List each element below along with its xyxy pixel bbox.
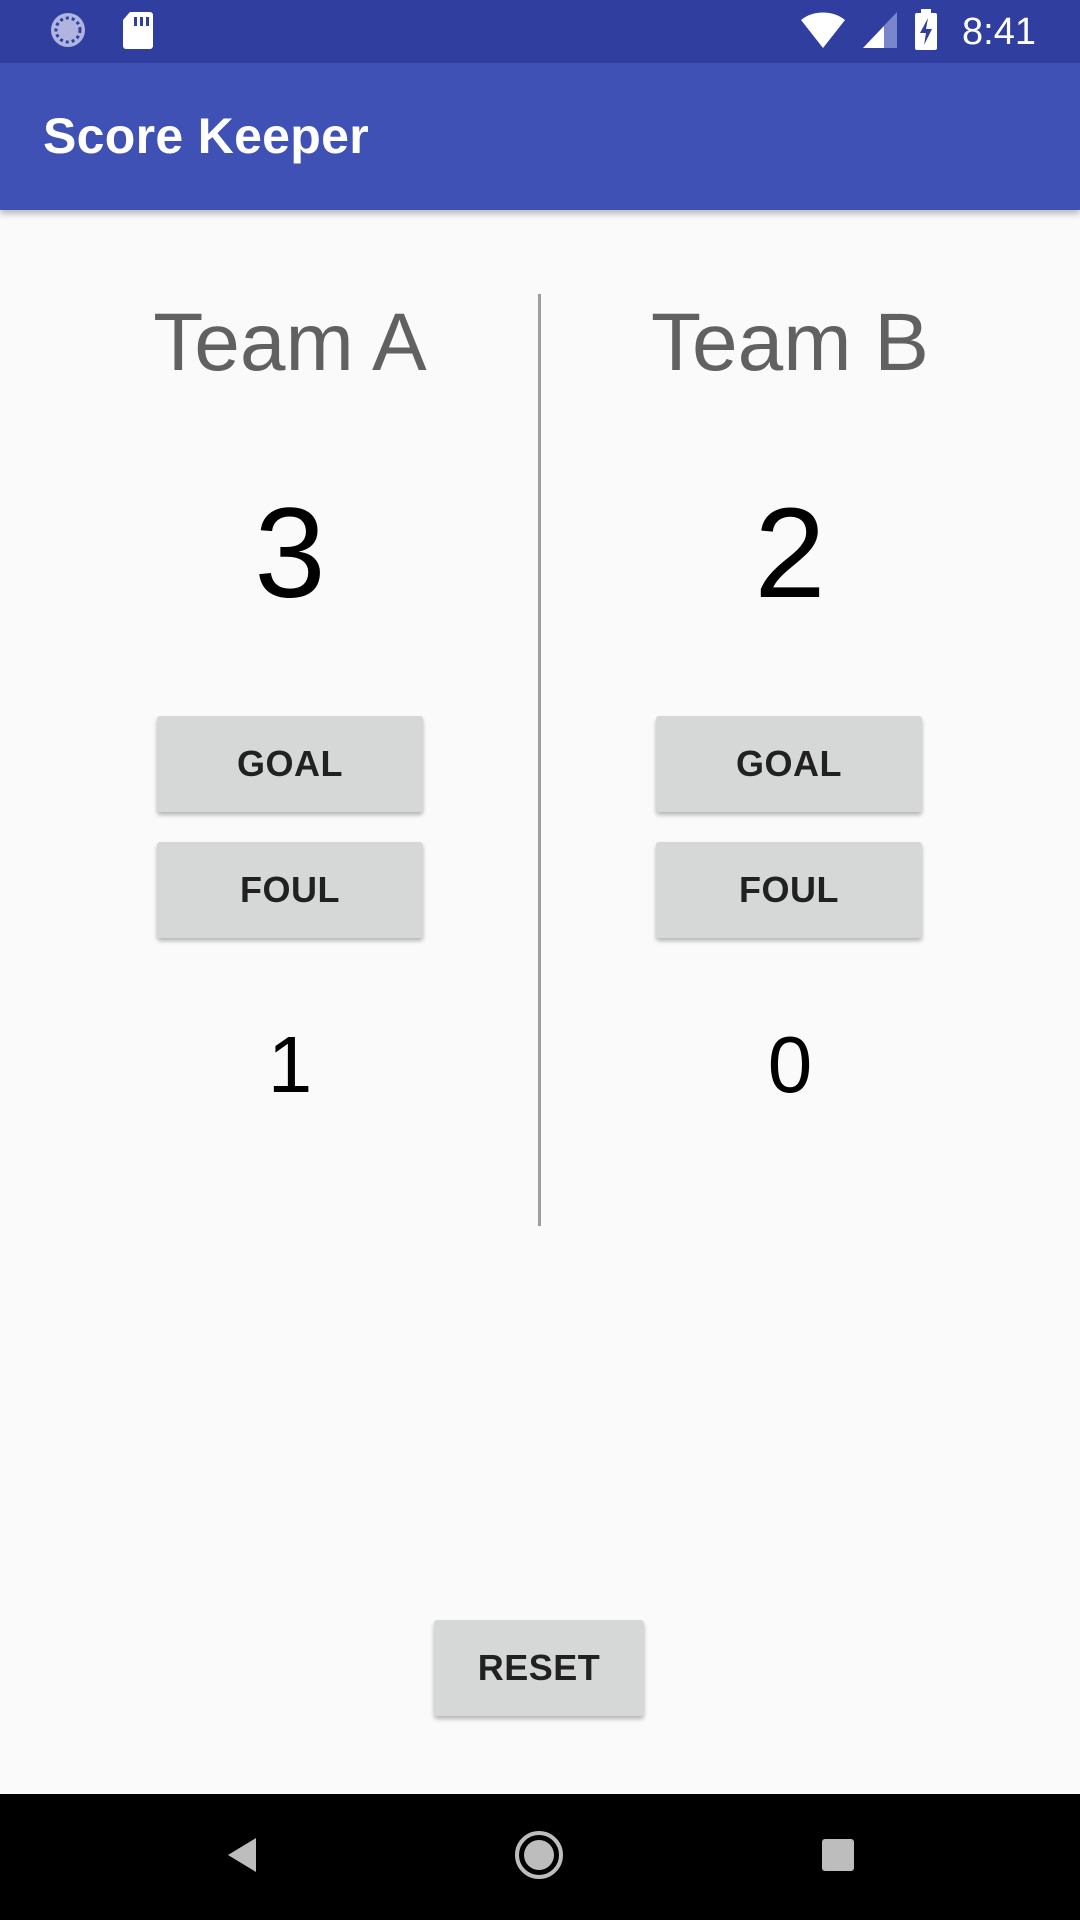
team-b-goal-button[interactable]: GOAL — [656, 716, 922, 812]
cell-signal-icon — [862, 11, 898, 54]
team-b-foul-button[interactable]: FOUL — [656, 842, 922, 938]
status-bar: 8:41 — [0, 0, 1080, 63]
team-a-foul-button[interactable]: FOUL — [157, 842, 423, 938]
wifi-icon — [800, 11, 846, 54]
home-button[interactable] — [509, 1827, 569, 1887]
team-a-panel: Team A 3 GOAL FOUL 1 — [0, 210, 540, 1230]
recents-icon — [820, 1837, 856, 1878]
loading-icon — [48, 10, 88, 55]
team-a-goal-button[interactable]: GOAL — [157, 716, 423, 812]
app-bar: Score Keeper — [0, 63, 1080, 210]
recents-button[interactable] — [808, 1827, 868, 1887]
team-b-score: 2 — [754, 482, 826, 625]
back-button[interactable] — [212, 1827, 272, 1887]
team-a-fouls: 1 — [267, 1020, 313, 1109]
team-b-panel: Team B 2 GOAL FOUL 0 — [540, 210, 1080, 1230]
team-b-fouls: 0 — [767, 1020, 813, 1109]
score-keeper-screen: 8:41 Score Keeper Team A 3 GOAL FOUL 1 T… — [0, 0, 1080, 1920]
reset-button[interactable]: RESET — [434, 1620, 644, 1716]
navigation-bar — [0, 1794, 1080, 1920]
home-icon — [514, 1830, 564, 1885]
team-a-name: Team A — [153, 297, 427, 388]
team-b-name: Team B — [651, 297, 929, 388]
back-icon — [224, 1835, 260, 1880]
status-time: 8:41 — [962, 10, 1036, 53]
battery-charging-icon — [914, 8, 938, 56]
sd-card-icon — [122, 10, 154, 55]
team-a-score: 3 — [254, 482, 326, 625]
app-title: Score Keeper — [43, 108, 369, 164]
